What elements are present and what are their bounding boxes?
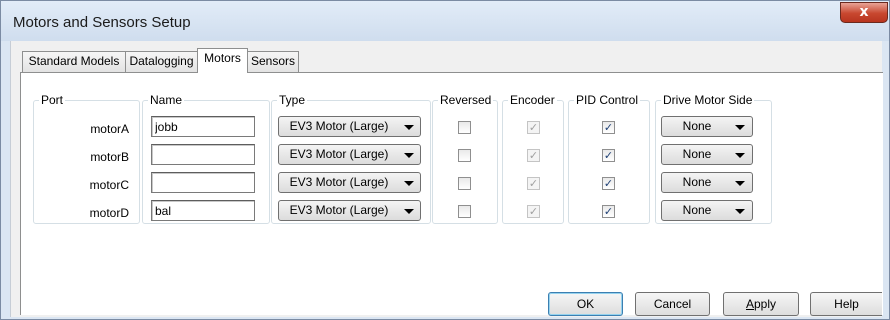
dropdown-arrow-icon	[404, 209, 414, 214]
drive-side-select-value: None	[682, 147, 712, 161]
pid-checkbox-motorA[interactable]: ✓	[602, 121, 615, 134]
encoder-checkbox-motorD: ✓	[527, 205, 540, 218]
drive-motor-side-group-label: Drive Motor Side	[663, 93, 753, 107]
dropdown-arrow-icon	[735, 125, 745, 130]
checkmark-icon: ✓	[603, 121, 614, 134]
tab-label: Sensors	[250, 54, 296, 68]
port-group-label: Port	[41, 93, 64, 107]
reversed-checkbox-motorA[interactable]	[458, 121, 471, 134]
checkmark-icon: ✓	[603, 177, 614, 190]
dropdown-arrow-icon	[404, 153, 414, 158]
apply-button[interactable]: Apply	[723, 292, 799, 316]
dropdown-arrow-icon	[735, 209, 745, 214]
motors-tab-panel: Port motorA motorB motorC motorD Name Ty…	[20, 72, 883, 315]
dialog-client-area: Standard Models Datalogging Motors Senso…	[10, 41, 883, 317]
checkmark-icon: ✓	[528, 205, 539, 218]
close-button[interactable]: x	[840, 2, 888, 23]
window-title: Motors and Sensors Setup	[13, 14, 191, 31]
name-field-motorB[interactable]	[151, 144, 255, 165]
name-group-label: Name	[150, 93, 183, 107]
tab-datalogging[interactable]: Datalogging	[125, 51, 198, 72]
pid-control-group-label: PID Control	[576, 93, 639, 107]
type-select-value: EV3 Motor (Large)	[289, 175, 389, 189]
type-group-label: Type	[279, 93, 306, 107]
drive-side-select-value: None	[682, 119, 712, 133]
dropdown-arrow-icon	[735, 181, 745, 186]
name-field-motorC[interactable]	[151, 172, 255, 193]
port-label-motorA: motorA	[90, 122, 129, 136]
drive-side-select-motorA[interactable]: None	[661, 116, 753, 137]
checkmark-icon: ✓	[528, 149, 539, 162]
dropdown-arrow-icon	[404, 181, 414, 186]
drive-side-select-motorC[interactable]: None	[661, 172, 753, 193]
checkmark-icon: ✓	[528, 177, 539, 190]
type-select-motorA[interactable]: EV3 Motor (Large)	[278, 116, 421, 137]
cancel-button-label: Cancel	[653, 297, 692, 311]
reversed-group-label: Reversed	[440, 93, 492, 107]
title-bar[interactable]: Motors and Sensors Setup x	[1, 1, 889, 41]
drive-side-select-motorD[interactable]: None	[661, 200, 753, 221]
dropdown-arrow-icon	[404, 125, 414, 130]
encoder-checkbox-motorC: ✓	[527, 177, 540, 190]
pid-checkbox-motorD[interactable]: ✓	[602, 205, 615, 218]
tab-label: Datalogging	[129, 54, 194, 68]
dialog-window: Motors and Sensors Setup x Standard Mode…	[0, 0, 890, 320]
tab-label: Standard Models	[28, 54, 120, 68]
reversed-checkbox-motorB[interactable]	[458, 149, 471, 162]
reversed-checkbox-motorD[interactable]	[458, 205, 471, 218]
name-field-motorA[interactable]	[151, 116, 255, 137]
close-icon: x	[859, 4, 869, 20]
apply-mnemonic: A	[745, 297, 754, 311]
port-label-motorB: motorB	[90, 150, 129, 164]
drive-side-select-motorB[interactable]: None	[661, 144, 753, 165]
encoder-group-label: Encoder	[510, 93, 555, 107]
tab-standard-models[interactable]: Standard Models	[22, 51, 126, 72]
help-button-label: Help	[834, 297, 859, 311]
ok-button[interactable]: OK	[548, 292, 623, 316]
tab-motors[interactable]: Motors	[197, 48, 248, 73]
tab-sensors[interactable]: Sensors	[247, 51, 299, 72]
type-select-value: EV3 Motor (Large)	[289, 147, 389, 161]
pid-checkbox-motorC[interactable]: ✓	[602, 177, 615, 190]
tab-label: Motors	[204, 51, 241, 65]
apply-label-rest: pply	[754, 297, 777, 311]
apply-button-label: Apply	[746, 297, 776, 311]
reversed-checkbox-motorC[interactable]	[458, 177, 471, 190]
port-label-motorD: motorD	[89, 206, 129, 220]
type-select-motorB[interactable]: EV3 Motor (Large)	[278, 144, 421, 165]
dropdown-arrow-icon	[735, 153, 745, 158]
pid-checkbox-motorB[interactable]: ✓	[602, 149, 615, 162]
encoder-checkbox-motorB: ✓	[527, 149, 540, 162]
checkmark-icon: ✓	[603, 205, 614, 218]
drive-side-select-value: None	[682, 203, 712, 217]
ok-button-label: OK	[576, 297, 595, 311]
type-select-motorC[interactable]: EV3 Motor (Large)	[278, 172, 421, 193]
cancel-button[interactable]: Cancel	[635, 292, 710, 316]
type-select-value: EV3 Motor (Large)	[289, 119, 389, 133]
encoder-checkbox-motorA: ✓	[527, 121, 540, 134]
checkmark-icon: ✓	[603, 149, 614, 162]
checkmark-icon: ✓	[528, 121, 539, 134]
name-field-motorD[interactable]	[151, 200, 255, 221]
type-select-motorD[interactable]: EV3 Motor (Large)	[278, 200, 421, 221]
type-select-value: EV3 Motor (Large)	[289, 203, 389, 217]
help-button[interactable]: Help	[810, 292, 882, 316]
drive-side-select-value: None	[682, 175, 712, 189]
port-label-motorC: motorC	[89, 178, 129, 192]
